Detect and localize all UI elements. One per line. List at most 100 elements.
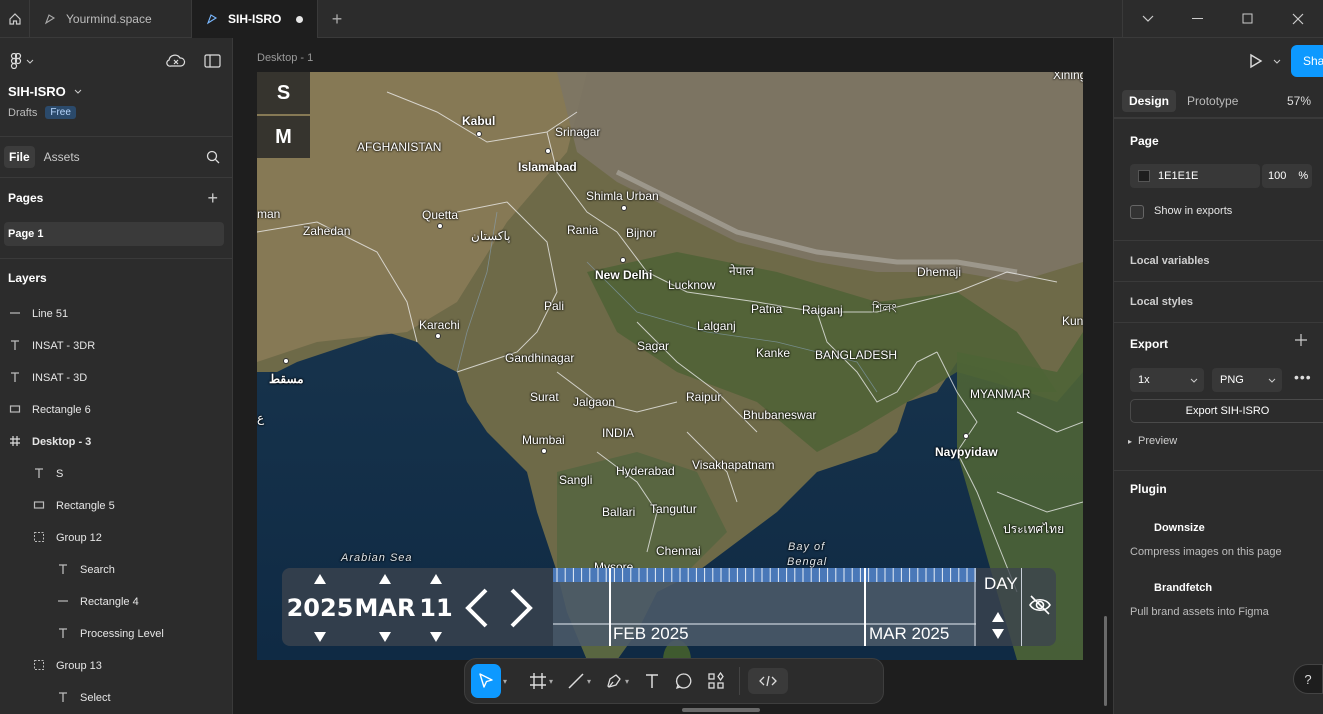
plan-badge: Free [45, 106, 76, 119]
chevron-down-icon[interactable]: ▾ [549, 677, 553, 686]
chevron-down-icon[interactable]: ▾ [587, 677, 591, 686]
export-button[interactable]: Export SIH-ISRO [1130, 399, 1323, 423]
cloud-offline-icon[interactable] [166, 53, 186, 69]
share-button[interactable]: Sha [1291, 45, 1323, 77]
map-label: BANGLADESH [815, 348, 898, 362]
more-options-icon[interactable]: ••• [1294, 369, 1312, 385]
s-button[interactable]: S [257, 72, 310, 114]
move-tool-button[interactable] [471, 664, 501, 698]
text-tool-button[interactable] [637, 664, 667, 698]
sidebar-toggle-icon[interactable] [204, 53, 222, 69]
layer-item[interactable]: Select [56, 682, 111, 714]
pen-tool-button[interactable]: ▾ [599, 664, 635, 698]
page-opacity-field[interactable]: 100 % [1262, 164, 1312, 188]
tab-assets[interactable]: Assets [39, 146, 85, 168]
year-value[interactable]: 2025 [287, 594, 354, 622]
add-page-button[interactable]: + [207, 188, 218, 209]
frame-tool-button[interactable]: ▾ [523, 664, 559, 698]
actions-tool-button[interactable] [701, 664, 731, 698]
month-value[interactable]: MAR [355, 594, 416, 622]
map-label: Lalganj [697, 319, 736, 333]
next-date-icon[interactable] [508, 588, 534, 628]
granularity-down-arrow[interactable] [992, 629, 1004, 639]
horizontal-scrollbar[interactable] [682, 708, 760, 712]
new-tab-button[interactable]: + [318, 0, 356, 38]
prev-date-icon[interactable] [464, 588, 490, 628]
tab-yourmind[interactable]: Yourmind.space [30, 0, 192, 38]
day-value[interactable]: 11 [419, 594, 452, 622]
plugin-downsize-desc: Compress images on this page [1130, 546, 1282, 558]
minimize-button[interactable] [1173, 0, 1223, 38]
search-icon[interactable] [206, 150, 220, 164]
add-export-icon[interactable] [1294, 333, 1308, 347]
close-window-button[interactable] [1273, 0, 1323, 38]
layer-item[interactable]: Group 12 [32, 522, 102, 554]
layer-item[interactable]: INSAT - 3DR [8, 330, 95, 362]
chevron-right-icon: ▸ [1128, 436, 1133, 446]
day-down-arrow[interactable] [430, 632, 442, 642]
year-down-arrow[interactable] [314, 632, 326, 642]
m-button[interactable]: M [257, 116, 310, 158]
tab-file[interactable]: File [4, 146, 35, 168]
layer-item[interactable]: Rectangle 6 [8, 394, 91, 426]
export-format-select[interactable]: PNG [1212, 368, 1282, 392]
tab-dropdown-button[interactable] [1123, 0, 1173, 38]
dev-mode-toggle[interactable] [748, 668, 789, 694]
color-swatch[interactable] [1138, 170, 1150, 182]
comment-tool-button[interactable] [669, 664, 699, 698]
map-label: नेपाल [729, 264, 754, 278]
tab-prototype[interactable]: Prototype [1180, 90, 1245, 112]
tab-sih-isro[interactable]: SIH-ISRO [192, 0, 318, 38]
layer-label: Rectangle 4 [80, 596, 139, 608]
granularity-label[interactable]: DAY [984, 574, 1018, 594]
layer-item[interactable]: Search [56, 554, 115, 586]
layer-item[interactable]: Line 51 [8, 298, 68, 330]
main-menu-button[interactable] [10, 53, 34, 69]
move-tool-dropdown[interactable]: ▾ [503, 677, 507, 686]
map-frame[interactable]: S M Xining Kabul Srinagar AFGHANISTAN Is… [257, 72, 1083, 660]
project-name[interactable]: SIH-ISRO [8, 84, 224, 99]
year-up-arrow[interactable] [314, 574, 326, 584]
show-in-exports-checkbox[interactable] [1130, 205, 1144, 219]
layer-item[interactable]: Rectangle 4 [56, 586, 139, 618]
layer-item[interactable]: S [32, 458, 63, 490]
preview-toggle[interactable]: ▸ Preview [1128, 435, 1177, 447]
page-color-field[interactable]: 1E1E1E [1130, 164, 1260, 188]
play-icon[interactable] [1249, 53, 1263, 69]
day-up-arrow[interactable] [430, 574, 442, 584]
text-icon [8, 339, 22, 354]
export-scale-select[interactable]: 1x [1130, 368, 1204, 392]
percent-sign: % [1298, 170, 1309, 182]
layer-item[interactable]: Group 13 [32, 650, 102, 682]
eye-off-icon[interactable] [1028, 594, 1052, 616]
chevron-down-icon[interactable]: ▾ [625, 677, 629, 686]
local-styles-section[interactable]: Local styles [1114, 281, 1323, 322]
vertical-scrollbar[interactable] [1104, 616, 1107, 706]
drafts-label[interactable]: Drafts [8, 107, 37, 119]
granularity-up-arrow[interactable] [992, 612, 1004, 622]
page-item-page-1[interactable]: Page 1 [4, 222, 224, 246]
canvas[interactable]: Desktop - 1 S M Xinin Kabul Srinagar AFG… [233, 38, 1113, 714]
tab-design[interactable]: Design [1122, 89, 1177, 112]
maximize-button[interactable] [1223, 0, 1273, 38]
plugin-brandfetch[interactable]: Brandfetch [1154, 582, 1212, 594]
line-tool-button[interactable]: ▾ [561, 664, 597, 698]
chevron-down-icon[interactable] [1273, 59, 1281, 64]
home-button[interactable] [0, 0, 30, 38]
month-mark-mar: MAR 2025 [869, 624, 950, 643]
layer-item[interactable]: INSAT - 3D [8, 362, 87, 394]
layer-item[interactable]: Desktop - 3 [8, 426, 91, 458]
frame-label[interactable]: Desktop - 1 [257, 52, 313, 64]
month-down-arrow[interactable] [379, 632, 391, 642]
help-button[interactable]: ? [1293, 664, 1323, 694]
plugin-downsize[interactable]: Downsize [1154, 522, 1205, 534]
layer-item[interactable]: Rectangle 5 [32, 490, 115, 522]
local-variables-section[interactable]: Local variables [1114, 240, 1323, 281]
map-label: Chennai [656, 544, 701, 558]
layer-item[interactable]: Processing Level [56, 618, 164, 650]
home-icon [8, 13, 21, 25]
pages-title: Pages [8, 191, 44, 205]
tab-label: Yourmind.space [66, 12, 152, 26]
month-up-arrow[interactable] [379, 574, 391, 584]
zoom-level[interactable]: 57% [1287, 94, 1311, 108]
